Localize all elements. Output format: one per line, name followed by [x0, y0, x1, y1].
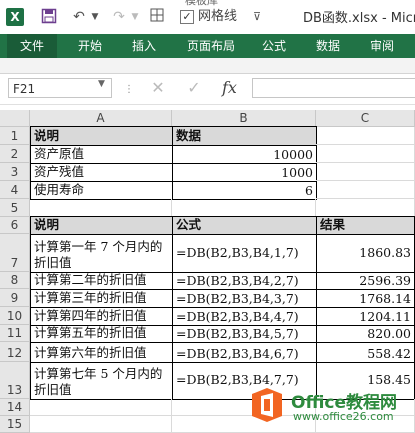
row-header[interactable]: 15 [0, 416, 30, 433]
cell-c5[interactable] [316, 199, 415, 217]
cell-a2[interactable]: 资产原值 [30, 145, 173, 164]
tab-file[interactable]: 文件 [7, 34, 57, 58]
cell-c3[interactable] [316, 163, 415, 181]
row-header[interactable]: 12 [0, 342, 30, 362]
cell-c4[interactable] [316, 181, 415, 199]
undo-dropdown-icon[interactable]: ▼ [86, 8, 104, 26]
cell-a4[interactable]: 使用寿命 [30, 181, 173, 200]
tab-formulas[interactable]: 公式 [252, 34, 296, 58]
tab-home[interactable]: 开始 [68, 34, 112, 58]
cell-c6[interactable]: 结果 [316, 216, 415, 235]
cell-a10[interactable]: 计算第四年的折旧值 [30, 307, 173, 326]
cell-a5[interactable] [30, 199, 172, 217]
ribbon-tabs: 文件 开始 插入 页面布局 公式 数据 审阅 [0, 34, 415, 58]
row-header[interactable]: 3 [0, 163, 30, 181]
excel-logo-icon: X [6, 8, 24, 26]
cell-a13[interactable]: 计算第七年 5 个月内的折旧值 [30, 362, 173, 400]
cell-c8[interactable]: 2596.39 [316, 272, 415, 290]
row-header[interactable]: 9 [0, 289, 30, 307]
column-header-a[interactable]: A [30, 110, 172, 127]
row-header[interactable]: 8 [0, 272, 30, 289]
formula-bar: F21 ▼ ⋮ ✕ ✓ fx [0, 74, 415, 104]
cell-c10[interactable]: 1204.11 [316, 307, 415, 326]
cell-b1[interactable]: 数据 [172, 126, 317, 146]
cell-a11[interactable]: 计算第五年的折旧值 [30, 325, 173, 343]
ribbon-body [0, 58, 415, 74]
row-header[interactable]: 4 [0, 181, 30, 199]
insert-function-icon[interactable]: fx [222, 78, 237, 97]
cell-c1[interactable] [316, 127, 415, 145]
office-logo-icon [252, 388, 282, 422]
enter-icon[interactable]: ✓ [182, 78, 206, 98]
row-header[interactable]: 11 [0, 325, 30, 342]
cell-a1[interactable]: 说明 [30, 126, 173, 146]
row-header[interactable]: 14 [0, 399, 30, 416]
row-header[interactable]: 5 [0, 199, 30, 217]
cell-b7[interactable]: =DB(B2,B3,B4,1,7) [172, 234, 317, 273]
cell-c11[interactable]: 820.00 [316, 325, 415, 343]
row-header[interactable]: 7 [0, 234, 30, 272]
cell-b9[interactable]: =DB(B2,B3,B4,3,7) [172, 289, 317, 308]
cell-a12[interactable]: 计算第六年的折旧值 [30, 342, 173, 363]
select-all-corner[interactable] [0, 110, 30, 127]
watermark-url: www.office26.com [293, 410, 394, 423]
cell-a6[interactable]: 说明 [30, 216, 173, 235]
cell-b11[interactable]: =DB(B2,B3,B4,5,7) [172, 325, 317, 343]
cell-a8[interactable]: 计算第二年的折旧值 [30, 272, 173, 290]
row-header[interactable]: 10 [0, 307, 30, 325]
chevron-down-icon[interactable]: ▼ [98, 79, 105, 89]
borders-icon[interactable] [148, 8, 166, 26]
column-header-b[interactable]: B [172, 110, 316, 127]
row-header[interactable]: 1 [0, 127, 30, 145]
customize-toolbar-icon[interactable]: ⊽ [248, 8, 266, 26]
cell-c12[interactable]: 558.42 [316, 342, 415, 363]
cell-b12[interactable]: =DB(B2,B3,B4,6,7) [172, 342, 317, 363]
tab-insert[interactable]: 插入 [122, 34, 166, 58]
cell-a15[interactable] [30, 416, 172, 433]
gridlines-checkbox[interactable]: ✓ [180, 10, 194, 24]
cell-a14[interactable] [30, 399, 172, 416]
cell-b10[interactable]: =DB(B2,B3,B4,4,7) [172, 307, 317, 326]
cell-c9[interactable]: 1768.14 [316, 289, 415, 308]
cell-b6[interactable]: 公式 [172, 216, 317, 235]
cancel-icon[interactable]: ✕ [146, 78, 170, 98]
row-header[interactable]: 13 [0, 362, 30, 399]
cell-b2[interactable]: 10000 [172, 145, 317, 164]
cell-c2[interactable] [316, 145, 415, 163]
tab-data[interactable]: 数据 [306, 34, 350, 58]
title-bar: 模板库 X ↶ ▼ ↷ ▼ ✓ 网格线 ⊽ DB函数.xlsx - Micro [0, 0, 415, 34]
cell-b5[interactable] [172, 199, 316, 217]
tab-review[interactable]: 审阅 [360, 34, 404, 58]
tab-page-layout[interactable]: 页面布局 [178, 34, 244, 58]
cell-a7[interactable]: 计算第一年 7 个月内的折旧值 [30, 234, 173, 273]
save-icon[interactable] [40, 8, 58, 26]
grip-icon: ⋮ [124, 84, 134, 95]
cell-c7[interactable]: 1860.83 [316, 234, 415, 273]
column-header-c[interactable]: C [316, 110, 415, 127]
cell-a9[interactable]: 计算第三年的折旧值 [30, 289, 173, 308]
cell-a3[interactable]: 资产残值 [30, 163, 173, 182]
cell-b3[interactable]: 1000 [172, 163, 317, 182]
document-title: DB函数.xlsx - Micro [303, 11, 415, 26]
cell-b8[interactable]: =DB(B2,B3,B4,2,7) [172, 272, 317, 290]
redo-dropdown-icon[interactable]: ▼ [126, 8, 144, 26]
cell-b4[interactable]: 6 [172, 181, 317, 200]
row-header[interactable]: 6 [0, 217, 30, 234]
gridlines-label: 网格线 [198, 9, 238, 24]
name-box[interactable]: F21 [8, 78, 112, 98]
formula-input[interactable] [252, 78, 415, 98]
row-header[interactable]: 2 [0, 145, 30, 163]
watermark: Office教程网 www.office26.com [243, 380, 415, 433]
